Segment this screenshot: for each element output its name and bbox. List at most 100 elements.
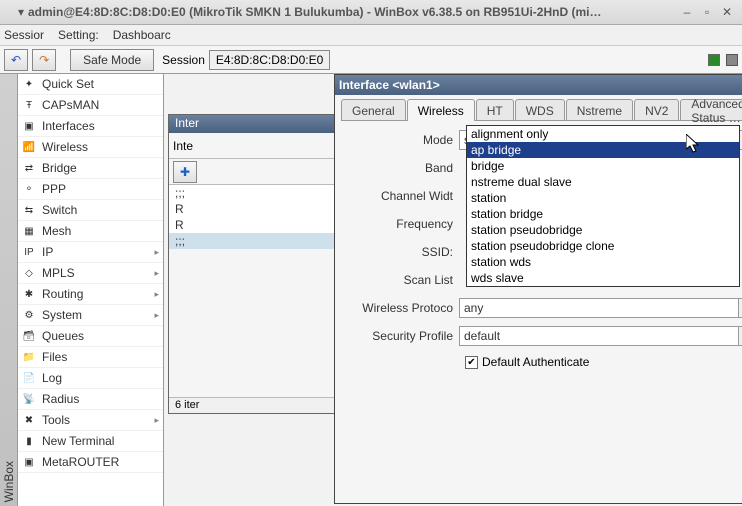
security-profile-dropdown[interactable]: default ▾ xyxy=(459,326,742,346)
sidebar-item-label: Mesh xyxy=(42,224,71,238)
session-label: Session xyxy=(162,53,205,67)
sidebar-item-ip[interactable]: IPIP▸ xyxy=(18,242,163,263)
content-area: Inter Inte ✚ ;;;RR;;; 6 iter ▫ ✕ ▾ 512 8… xyxy=(164,74,742,506)
interface-tabs: GeneralWirelessHTWDSNstremeNV2Advanced S… xyxy=(341,99,742,121)
sidebar-item-label: IP xyxy=(42,245,53,259)
mode-option-station-wds[interactable]: station wds xyxy=(467,254,739,270)
sidebar-item-label: Interfaces xyxy=(42,119,95,133)
sidebar-item-label: Bridge xyxy=(42,161,77,175)
menu-bar: Sessior Setting: Dashboarc xyxy=(0,25,742,46)
mode-option-station-pseudobridge-clone[interactable]: station pseudobridge clone xyxy=(467,238,739,254)
sidebar-item-interfaces[interactable]: ▣Interfaces xyxy=(18,116,163,137)
sidebar-item-label: Switch xyxy=(42,203,77,217)
sidebar-item-label: MetaROUTER xyxy=(42,455,119,469)
maximize-button[interactable]: ▫ xyxy=(700,5,714,19)
tab-nstreme[interactable]: Nstreme xyxy=(566,99,633,120)
sidebar-item-new-terminal[interactable]: ▮New Terminal xyxy=(18,431,163,452)
sidebar-item-bridge[interactable]: ⇄ Bridge xyxy=(18,158,163,179)
submenu-arrow-icon: ▸ xyxy=(154,310,159,321)
winbox-label: WinBox xyxy=(2,457,16,506)
sidebar-item-label: Wireless xyxy=(42,140,88,154)
mode-option-bridge[interactable]: bridge xyxy=(467,158,739,174)
radius-icon: 📡 xyxy=(22,392,36,406)
minimize-button[interactable]: – xyxy=(680,5,694,19)
mode-option-alignment-only[interactable]: alignment only xyxy=(467,126,739,142)
wireless-protocol-value: any xyxy=(464,301,483,315)
mode-option-ap-bridge[interactable]: ap bridge xyxy=(467,142,739,158)
sidebar-item-label: System xyxy=(42,308,82,322)
capsman-icon: Ŧ xyxy=(22,98,36,112)
undo-button[interactable]: ↶ xyxy=(4,49,28,71)
sidebar-item-log[interactable]: 📄 Log xyxy=(18,368,163,389)
chevron-down-icon[interactable]: ▾ xyxy=(738,327,742,345)
sidebar-item-queues[interactable]: 🗃Queues xyxy=(18,326,163,347)
bridge-icon: ⇄ xyxy=(22,161,36,175)
sidebar-item-ppp[interactable]: ⚬PPP xyxy=(18,179,163,200)
sidebar-item-metarouter[interactable]: ▣MetaROUTER xyxy=(18,452,163,473)
title-bar: ▾ admin@E4:8D:8C:D8:D0:E0 (MikroTik SMKN… xyxy=(0,0,742,25)
tab-nv2[interactable]: NV2 xyxy=(634,99,679,120)
sidebar-item-label: Queues xyxy=(42,329,84,343)
tab-general[interactable]: General xyxy=(341,99,406,120)
menu-dashboard[interactable]: Dashboarc xyxy=(113,28,171,42)
wireless-protocol-dropdown[interactable]: any ▾ xyxy=(459,298,742,318)
log-icon: 📄 xyxy=(22,371,36,385)
sidebar: ✦Quick Set Ŧ CAPsMAN ▣Interfaces 📶 Wireless ⇄ B… xyxy=(18,74,164,506)
default-authenticate-checkbox[interactable]: ✔ xyxy=(465,356,478,369)
sidebar-item-quick-set[interactable]: ✦Quick Set xyxy=(18,74,163,95)
sidebar-item-switch[interactable]: ⇆ Switch xyxy=(18,200,163,221)
ip-icon: IP xyxy=(22,245,36,259)
menu-session[interactable]: Sessior xyxy=(4,28,44,42)
sidebar-item-label: CAPsMAN xyxy=(42,98,99,112)
chevron-down-icon[interactable]: ▾ xyxy=(738,299,742,317)
mode-option-station[interactable]: station xyxy=(467,190,739,206)
submenu-arrow-icon: ▸ xyxy=(154,268,159,279)
mode-option-wds-slave[interactable]: wds slave xyxy=(467,270,739,286)
default-authenticate-label: Default Authenticate xyxy=(482,355,589,369)
sidebar-item-mpls[interactable]: ◇ MPLS ▸ xyxy=(18,263,163,284)
sidebar-item-routing[interactable]: ✱Routing▸ xyxy=(18,284,163,305)
window-title: admin@E4:8D:8C:D8:D0:E0 (MikroTik SMKN 1… xyxy=(28,5,674,19)
tab-wds[interactable]: WDS xyxy=(515,99,565,120)
sidebar-item-files[interactable]: 📁Files xyxy=(18,347,163,368)
status-indicator-green xyxy=(708,54,720,66)
mesh-icon: ▦ xyxy=(22,224,36,238)
routing-icon: ✱ xyxy=(22,287,36,301)
safe-mode-button[interactable]: Safe Mode xyxy=(70,49,154,71)
close-button[interactable]: ✕ xyxy=(720,5,734,19)
sidebar-item-tools[interactable]: ✖Tools▸ xyxy=(18,410,163,431)
sidebar-item-mesh[interactable]: ▦ Mesh xyxy=(18,221,163,242)
sidebar-item-label: MPLS xyxy=(42,266,75,280)
sidebar-item-system[interactable]: ⚙System▸ xyxy=(18,305,163,326)
left-vertical-bar: WinBox xyxy=(0,74,18,506)
menu-settings[interactable]: Setting: xyxy=(58,28,99,42)
files-icon: 📁 xyxy=(22,350,36,364)
add-button[interactable]: ✚ xyxy=(173,161,197,183)
redo-button[interactable]: ↷ xyxy=(32,49,56,71)
mode-option-nstreme-dual-slave[interactable]: nstreme dual slave xyxy=(467,174,739,190)
down-arrow-icon: ▾ xyxy=(14,5,28,19)
mpls-icon: ◇ xyxy=(22,266,36,280)
sidebar-item-label: Log xyxy=(42,371,62,385)
tab-ht[interactable]: HT xyxy=(476,99,514,120)
sidebar-item-radius[interactable]: 📡Radius xyxy=(18,389,163,410)
submenu-arrow-icon: ▸ xyxy=(154,289,159,300)
mode-option-station-pseudobridge[interactable]: station pseudobridge xyxy=(467,222,739,238)
wireless-icon: 📶 xyxy=(22,140,36,154)
sidebar-item-capsman[interactable]: Ŧ CAPsMAN xyxy=(18,95,163,116)
submenu-arrow-icon: ▸ xyxy=(154,415,159,426)
tab-advanced-status-[interactable]: Advanced Status … xyxy=(680,99,742,120)
mode-dropdown-list[interactable]: alignment onlyap bridgebridgenstreme dua… xyxy=(466,125,740,287)
mode-label: Mode xyxy=(341,133,459,147)
status-indicator-gray xyxy=(726,54,738,66)
session-value: E4:8D:8C:D8:D0:E0 xyxy=(209,50,330,70)
sidebar-item-wireless[interactable]: 📶 Wireless xyxy=(18,137,163,158)
tab-wireless[interactable]: Wireless xyxy=(407,99,475,120)
interface-window-title: Interface <wlan1> xyxy=(339,78,742,92)
switch-icon: ⇆ xyxy=(22,203,36,217)
frequency-label: Frequency xyxy=(341,217,459,231)
main-area: WinBox ✦Quick Set Ŧ CAPsMAN ▣Interfaces 📶 Wir… xyxy=(0,74,742,506)
interface-list-label: Inte xyxy=(173,139,193,153)
mode-option-station-bridge[interactable]: station bridge xyxy=(467,206,739,222)
sidebar-item-label: Quick Set xyxy=(42,77,94,91)
